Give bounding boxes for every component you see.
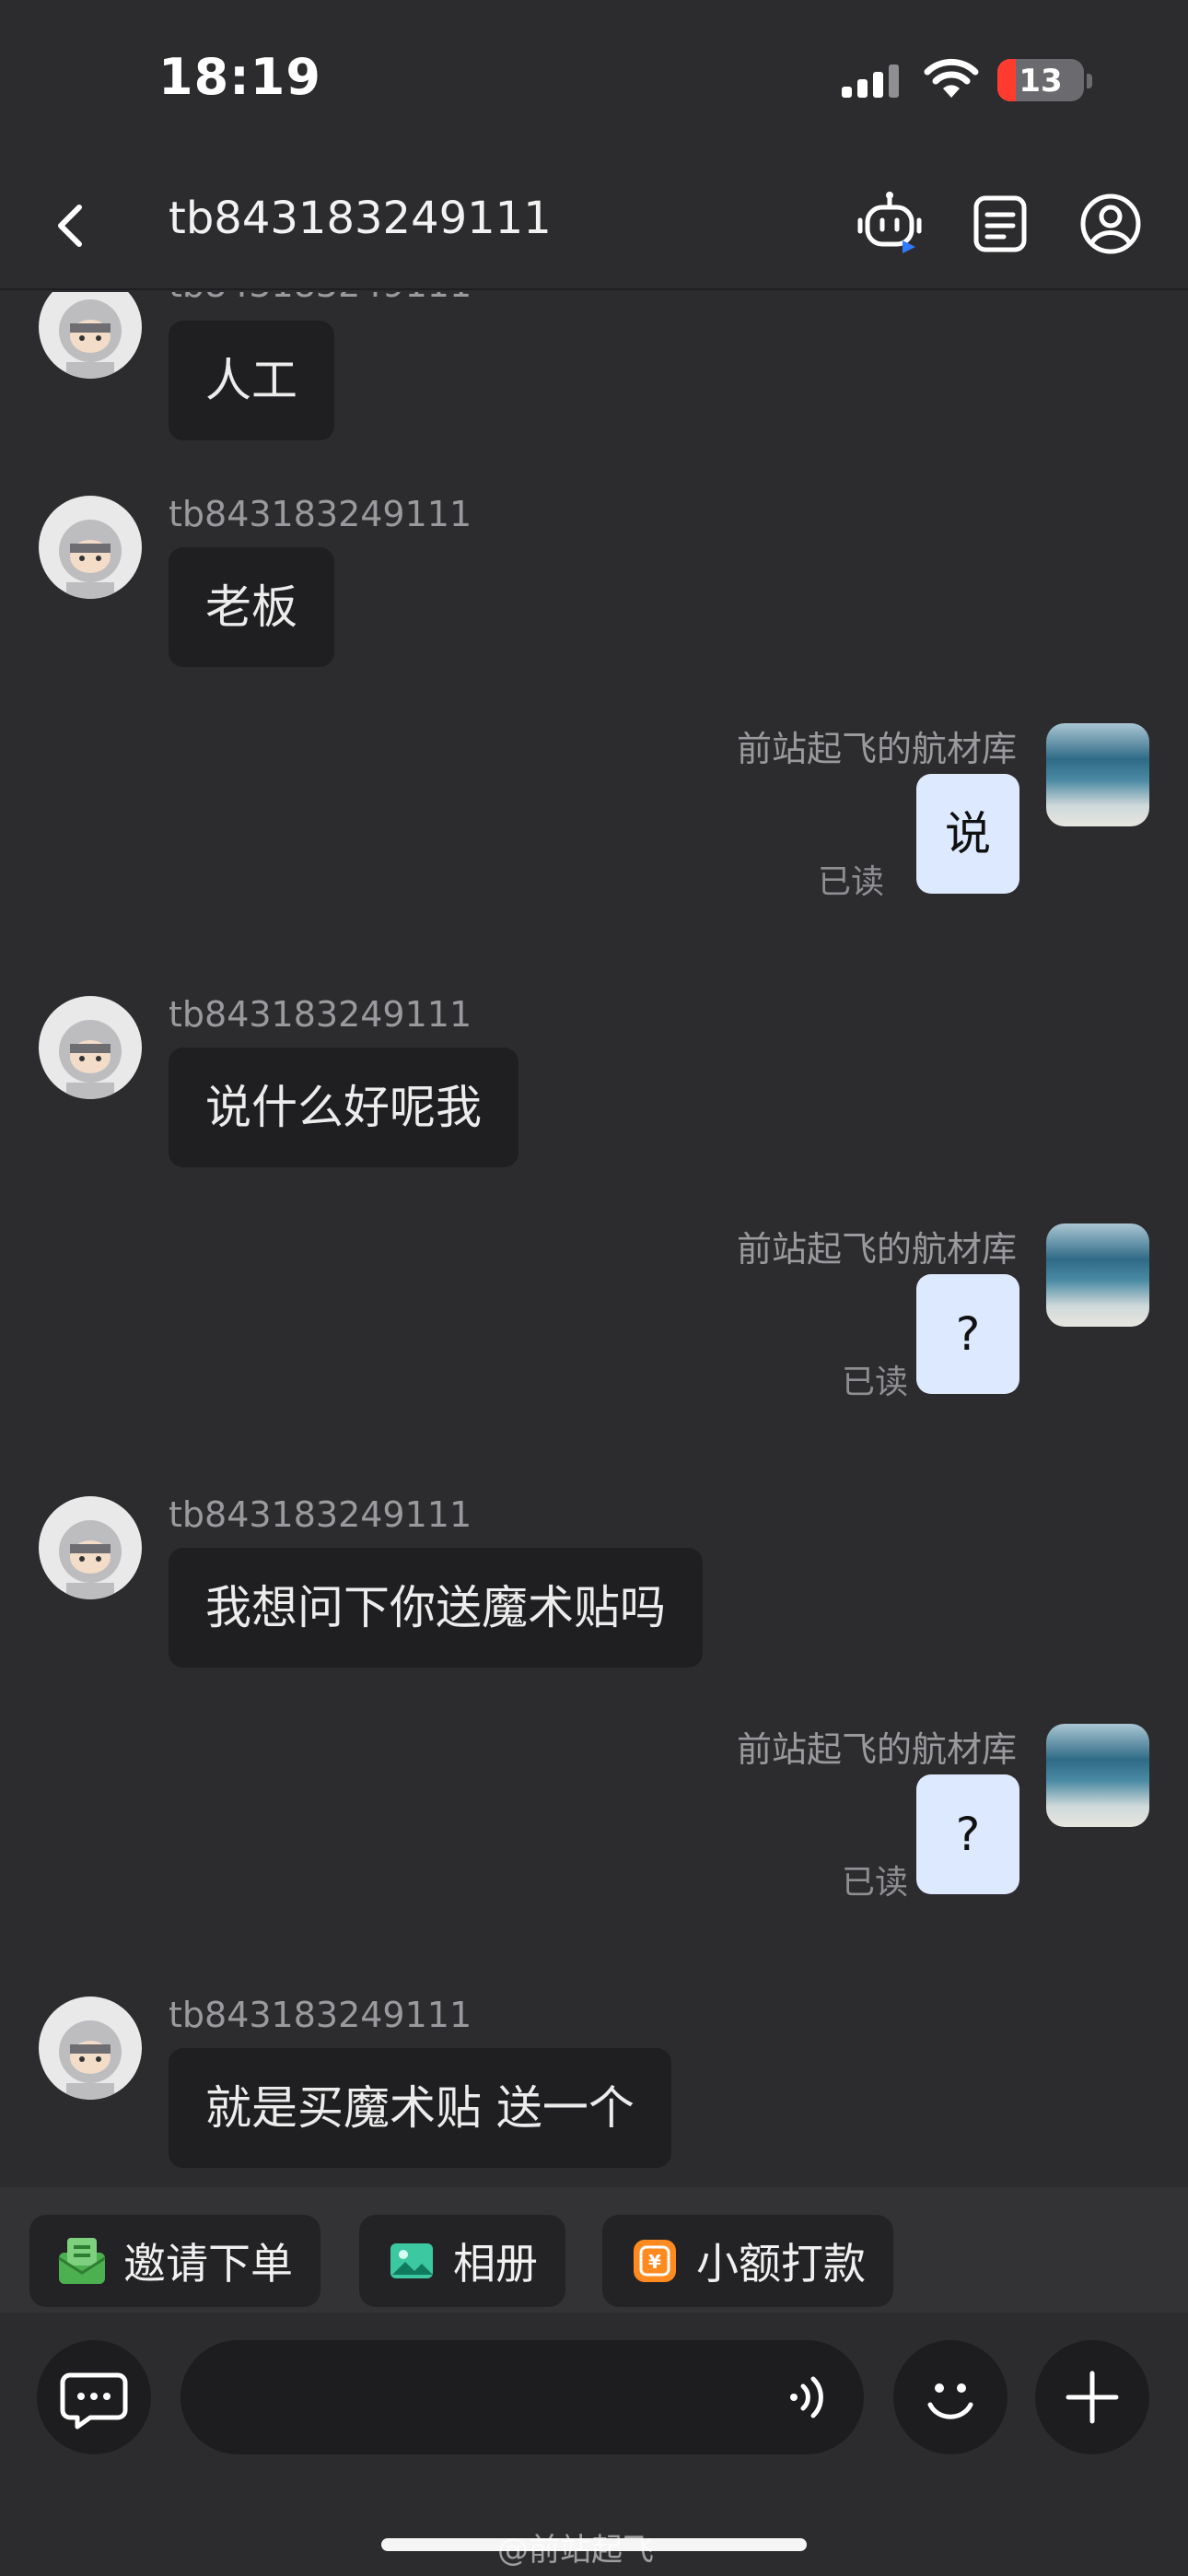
smiley-icon	[927, 2383, 973, 2419]
sender-name: 前站起飞的航材库	[736, 1229, 1017, 1270]
message-list[interactable]: tb843183249111 人工 tb843183249111 老板 前站起飞…	[0, 292, 1188, 2187]
read-receipt: 已读	[842, 1864, 909, 1902]
cellular-signal-icon	[842, 64, 899, 98]
watermark: @前站起飞	[497, 2532, 654, 2569]
shop-avatar[interactable]	[1046, 1224, 1149, 1327]
customer-avatar[interactable]	[39, 292, 142, 379]
robot-assistant-icon[interactable]	[851, 185, 928, 263]
chat-header: tb843183249111	[0, 161, 1188, 290]
sender-name: tb843183249111	[169, 494, 472, 534]
small-payment-icon: ¥	[634, 2240, 676, 2282]
read-receipt: 已读	[842, 1364, 909, 1401]
message-bubble[interactable]: ?	[916, 1274, 1019, 1394]
invite-order-label: 邀请下单	[123, 2239, 293, 2289]
order-list-icon[interactable]	[961, 185, 1039, 263]
battery-cap	[1087, 74, 1092, 88]
message-bubble[interactable]: ?	[916, 1774, 1019, 1894]
sender-name: tb843183249111	[169, 1494, 472, 1535]
emoji-button[interactable]	[893, 2340, 1007, 2454]
voice-input-icon[interactable]	[783, 2370, 838, 2425]
profile-icon[interactable]	[1072, 185, 1149, 263]
sender-name: tb843183249111	[169, 1995, 472, 2035]
message-bubble[interactable]: 就是买魔术贴 送一个	[169, 2048, 671, 2168]
read-receipt: 已读	[818, 863, 885, 901]
back-button[interactable]	[41, 189, 105, 263]
message-bubble[interactable]: 人工	[169, 321, 334, 440]
more-button[interactable]	[1035, 2340, 1149, 2454]
svg-text:¥: ¥	[648, 2251, 661, 2273]
battery-percent: 13	[1019, 63, 1063, 100]
message-bubble[interactable]: 说	[916, 774, 1019, 894]
battery-indicator: 13	[997, 59, 1084, 101]
album-button[interactable]: 相册	[359, 2215, 565, 2307]
sender-name: tb843183249111	[169, 292, 472, 305]
message-bubble[interactable]: 说什么好呢我	[169, 1048, 518, 1167]
sender-name: tb843183249111	[169, 994, 472, 1035]
album-icon	[390, 2243, 433, 2278]
quick-actions-bar: 邀请下单 相册 ¥ 小额打款	[0, 2187, 1188, 2313]
sender-name: 前站起飞的航材库	[736, 729, 1017, 769]
page-title: tb843183249111	[169, 193, 552, 244]
customer-avatar[interactable]	[39, 1996, 142, 2100]
message-bubble[interactable]: 老板	[169, 547, 334, 667]
sender-name: 前站起飞的航材库	[736, 1729, 1017, 1770]
message-bubble[interactable]: 我想问下你送魔术贴吗	[169, 1548, 703, 1668]
invite-order-button[interactable]: 邀请下单	[29, 2215, 320, 2307]
status-bar: 18:19 13	[0, 0, 1188, 161]
status-time: 18:19	[158, 48, 321, 106]
customer-avatar[interactable]	[39, 496, 142, 599]
plus-icon	[1066, 2371, 1119, 2424]
small-payment-button[interactable]: ¥ 小额打款	[602, 2215, 893, 2307]
invite-order-icon	[58, 2238, 106, 2284]
quick-reply-button[interactable]	[37, 2340, 151, 2454]
album-label: 相册	[453, 2239, 538, 2289]
customer-avatar[interactable]	[39, 1496, 142, 1599]
customer-avatar[interactable]	[39, 996, 142, 1099]
chat-bubble-icon	[60, 2372, 128, 2430]
message-input[interactable]	[181, 2340, 864, 2454]
small-payment-label: 小额打款	[696, 2239, 866, 2289]
shop-avatar[interactable]	[1046, 723, 1149, 826]
shop-avatar[interactable]	[1046, 1724, 1149, 1827]
wifi-icon	[924, 58, 979, 98]
